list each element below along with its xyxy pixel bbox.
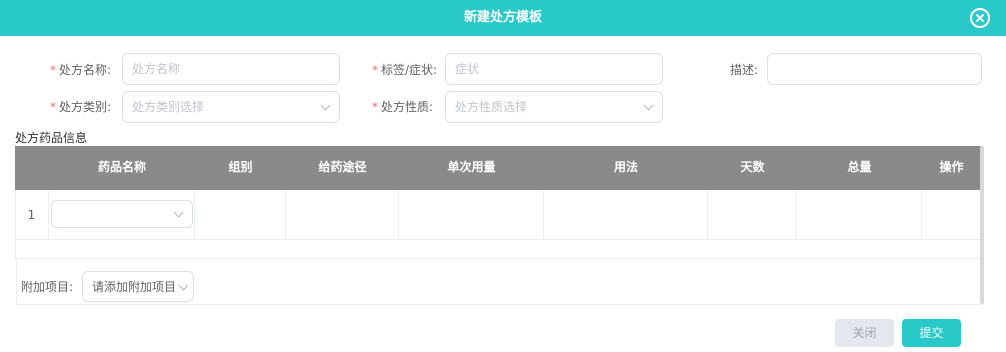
new-template-dialog: 新建处方模板 * 处方名称: 处方名称 * 标签/症状: 症状 描述: * 处方类别:… — [0, 0, 1006, 352]
chevron-down-icon — [178, 280, 189, 291]
col-days: 天数 — [740, 160, 765, 174]
scrollbar[interactable] — [980, 146, 984, 304]
name-label: * 处方名称: — [50, 63, 112, 77]
category-select[interactable]: 处方类别选择 — [122, 91, 340, 123]
desc-input[interactable] — [767, 53, 982, 85]
addon-select[interactable]: 请添加附加项目 — [82, 271, 194, 302]
col-total: 总量 — [847, 160, 872, 174]
col-usage: 用法 — [613, 160, 638, 174]
nature-select[interactable]: 处方性质选择 — [445, 91, 663, 123]
close-button[interactable]: 关闭 — [835, 319, 894, 347]
dialog-title: 新建处方模板 — [463, 10, 542, 25]
name-input[interactable]: 处方名称 — [122, 53, 340, 85]
chevron-down-icon — [320, 100, 331, 111]
submit-button[interactable]: 提交 — [902, 319, 961, 347]
col-route: 给药途径 — [318, 160, 367, 174]
desc-label: 描述: — [730, 63, 759, 77]
chevron-down-icon — [643, 100, 654, 111]
category-label: * 处方类别: — [50, 100, 112, 114]
col-group: 组别 — [228, 160, 253, 174]
drug-table-header: 药品名称 组别 给药途径 单次用量 用法 天数 总量 操作 — [15, 146, 981, 190]
col-dose: 单次用量 — [447, 160, 496, 174]
addon-label: 附加项目: — [21, 280, 74, 294]
dialog-header: 新建处方模板 — [0, 0, 1006, 36]
col-action: 操作 — [939, 160, 964, 174]
nature-label: * 处方性质: — [372, 100, 434, 114]
drug-section-title: 处方药品信息 — [15, 131, 88, 145]
close-circle-icon[interactable] — [970, 8, 990, 28]
col-drug-name: 药品名称 — [97, 160, 146, 174]
tag-input[interactable]: 症状 — [445, 53, 663, 85]
tag-label: * 标签/症状: — [372, 63, 438, 77]
